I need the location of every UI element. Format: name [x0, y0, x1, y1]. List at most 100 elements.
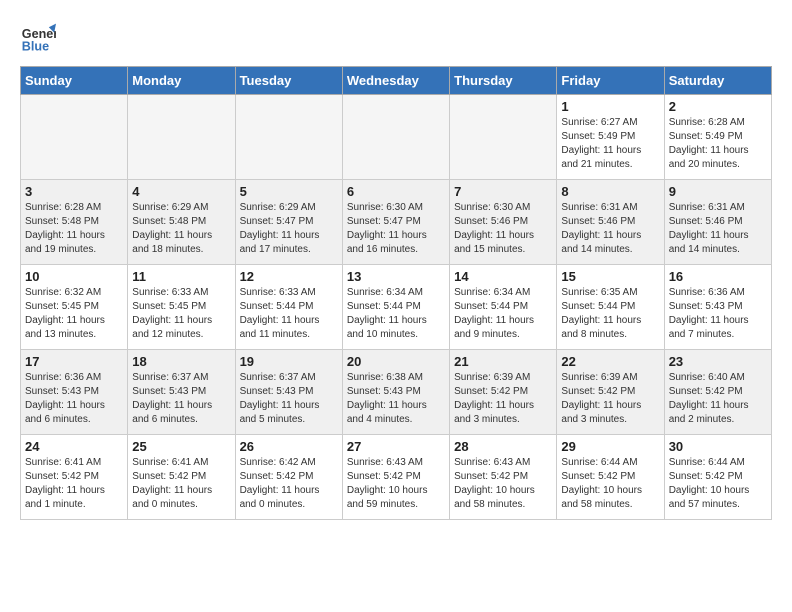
day-number: 10	[25, 269, 123, 284]
calendar-cell: 18 Sunrise: 6:37 AM Sunset: 5:43 PM Dayli…	[128, 350, 235, 435]
calendar-cell: 17 Sunrise: 6:36 AM Sunset: 5:43 PM Dayli…	[21, 350, 128, 435]
calendar-cell: 26Sunrise: 6:42 AM Sunset: 5:42 PM Dayli…	[235, 435, 342, 520]
day-number: 3	[25, 184, 123, 199]
day-info: Sunrise: 6:35 AM Sunset: 5:44 PM Dayligh…	[561, 286, 659, 342]
calendar-cell	[21, 95, 128, 180]
day-info: Sunrise: 6:39 AM Sunset: 5:42 PM Dayligh…	[561, 371, 659, 427]
calendar-cell: 25 Sunrise: 6:41 AM Sunset: 5:42 PM Dayli…	[128, 435, 235, 520]
day-number: 15	[561, 269, 659, 284]
calendar-cell	[128, 95, 235, 180]
calendar-cell: 5Sunrise: 6:29 AM Sunset: 5:47 PM Daylig…	[235, 180, 342, 265]
day-number: 4	[132, 184, 230, 199]
day-number: 5	[240, 184, 338, 199]
calendar-cell: 13 Sunrise: 6:34 AM Sunset: 5:44 PM Dayli…	[342, 265, 449, 350]
calendar-cell: 3 Sunrise: 6:28 AM Sunset: 5:48 PM Daylig…	[21, 180, 128, 265]
day-number: 17	[25, 354, 123, 369]
svg-text:Blue: Blue	[22, 40, 49, 54]
day-info: Sunrise: 6:33 AM Sunset: 5:45 PM Dayligh…	[132, 286, 230, 342]
calendar-cell: 4 Sunrise: 6:29 AM Sunset: 5:48 PM Daylig…	[128, 180, 235, 265]
calendar-cell: 29 Sunrise: 6:44 AM Sunset: 5:42 PM Dayli…	[557, 435, 664, 520]
day-info: Sunrise: 6:33 AM Sunset: 5:44 PM Dayligh…	[240, 286, 338, 342]
day-number: 19	[240, 354, 338, 369]
calendar-cell: 23Sunrise: 6:40 AM Sunset: 5:42 PM Dayli…	[664, 350, 771, 435]
calendar-cell: 19 Sunrise: 6:37 AM Sunset: 5:43 PM Dayli…	[235, 350, 342, 435]
day-number: 23	[669, 354, 767, 369]
calendar-cell: 20 Sunrise: 6:38 AM Sunset: 5:43 PM Dayli…	[342, 350, 449, 435]
day-number: 13	[347, 269, 445, 284]
calendar-cell: 12 Sunrise: 6:33 AM Sunset: 5:44 PM Dayli…	[235, 265, 342, 350]
day-number: 25	[132, 439, 230, 454]
weekday-header-friday: Friday	[557, 67, 664, 95]
calendar-cell: 27 Sunrise: 6:43 AM Sunset: 5:42 PM Dayli…	[342, 435, 449, 520]
day-info: Sunrise: 6:36 AM Sunset: 5:43 PM Dayligh…	[25, 371, 123, 427]
calendar-cell: 28 Sunrise: 6:43 AM Sunset: 5:42 PM Dayli…	[450, 435, 557, 520]
calendar-table: SundayMondayTuesdayWednesdayThursdayFrid…	[20, 66, 772, 520]
day-info: Sunrise: 6:41 AM Sunset: 5:42 PM Dayligh…	[25, 456, 123, 512]
day-info: Sunrise: 6:31 AM Sunset: 5:46 PM Dayligh…	[561, 201, 659, 257]
day-info: Sunrise: 6:39 AM Sunset: 5:42 PM Dayligh…	[454, 371, 552, 427]
calendar-cell: 11 Sunrise: 6:33 AM Sunset: 5:45 PM Dayli…	[128, 265, 235, 350]
calendar-cell: 30 Sunrise: 6:44 AM Sunset: 5:42 PM Dayli…	[664, 435, 771, 520]
day-number: 18	[132, 354, 230, 369]
day-info: Sunrise: 6:37 AM Sunset: 5:43 PM Dayligh…	[240, 371, 338, 427]
day-info: Sunrise: 6:28 AM Sunset: 5:49 PM Dayligh…	[669, 116, 767, 172]
weekday-header-monday: Monday	[128, 67, 235, 95]
calendar-cell: 22 Sunrise: 6:39 AM Sunset: 5:42 PM Dayli…	[557, 350, 664, 435]
day-number: 8	[561, 184, 659, 199]
calendar-cell: 6 Sunrise: 6:30 AM Sunset: 5:47 PM Daylig…	[342, 180, 449, 265]
week-row-1: 1 Sunrise: 6:27 AM Sunset: 5:49 PM Daylig…	[21, 95, 772, 180]
day-number: 30	[669, 439, 767, 454]
day-number: 24	[25, 439, 123, 454]
day-info: Sunrise: 6:31 AM Sunset: 5:46 PM Dayligh…	[669, 201, 767, 257]
calendar-cell: 24 Sunrise: 6:41 AM Sunset: 5:42 PM Dayli…	[21, 435, 128, 520]
day-number: 12	[240, 269, 338, 284]
weekday-header-thursday: Thursday	[450, 67, 557, 95]
day-number: 11	[132, 269, 230, 284]
day-info: Sunrise: 6:43 AM Sunset: 5:42 PM Dayligh…	[454, 456, 552, 512]
day-info: Sunrise: 6:37 AM Sunset: 5:43 PM Dayligh…	[132, 371, 230, 427]
weekday-header-wednesday: Wednesday	[342, 67, 449, 95]
day-info: Sunrise: 6:43 AM Sunset: 5:42 PM Dayligh…	[347, 456, 445, 512]
day-info: Sunrise: 6:36 AM Sunset: 5:43 PM Dayligh…	[669, 286, 767, 342]
day-number: 21	[454, 354, 552, 369]
calendar-cell: 1 Sunrise: 6:27 AM Sunset: 5:49 PM Daylig…	[557, 95, 664, 180]
day-number: 16	[669, 269, 767, 284]
day-number: 22	[561, 354, 659, 369]
calendar-cell	[235, 95, 342, 180]
day-info: Sunrise: 6:29 AM Sunset: 5:48 PM Dayligh…	[132, 201, 230, 257]
day-info: Sunrise: 6:28 AM Sunset: 5:48 PM Dayligh…	[25, 201, 123, 257]
day-info: Sunrise: 6:38 AM Sunset: 5:43 PM Dayligh…	[347, 371, 445, 427]
week-row-3: 10 Sunrise: 6:32 AM Sunset: 5:45 PM Dayli…	[21, 265, 772, 350]
day-number: 29	[561, 439, 659, 454]
day-info: Sunrise: 6:34 AM Sunset: 5:44 PM Dayligh…	[347, 286, 445, 342]
calendar-cell: 14Sunrise: 6:34 AM Sunset: 5:44 PM Dayli…	[450, 265, 557, 350]
day-number: 28	[454, 439, 552, 454]
day-number: 7	[454, 184, 552, 199]
calendar-cell: 2Sunrise: 6:28 AM Sunset: 5:49 PM Daylig…	[664, 95, 771, 180]
calendar-cell: 8 Sunrise: 6:31 AM Sunset: 5:46 PM Daylig…	[557, 180, 664, 265]
day-number: 6	[347, 184, 445, 199]
page-header: General Blue	[20, 20, 772, 56]
calendar-cell: 7Sunrise: 6:30 AM Sunset: 5:46 PM Daylig…	[450, 180, 557, 265]
day-number: 1	[561, 99, 659, 114]
day-number: 27	[347, 439, 445, 454]
logo-icon: General Blue	[20, 20, 56, 56]
calendar-cell: 16 Sunrise: 6:36 AM Sunset: 5:43 PM Dayli…	[664, 265, 771, 350]
weekday-header-saturday: Saturday	[664, 67, 771, 95]
day-info: Sunrise: 6:32 AM Sunset: 5:45 PM Dayligh…	[25, 286, 123, 342]
day-info: Sunrise: 6:30 AM Sunset: 5:47 PM Dayligh…	[347, 201, 445, 257]
day-number: 14	[454, 269, 552, 284]
day-number: 9	[669, 184, 767, 199]
calendar-cell: 9 Sunrise: 6:31 AM Sunset: 5:46 PM Daylig…	[664, 180, 771, 265]
weekday-header-tuesday: Tuesday	[235, 67, 342, 95]
day-info: Sunrise: 6:44 AM Sunset: 5:42 PM Dayligh…	[669, 456, 767, 512]
day-number: 20	[347, 354, 445, 369]
logo: General Blue	[20, 20, 56, 56]
day-info: Sunrise: 6:44 AM Sunset: 5:42 PM Dayligh…	[561, 456, 659, 512]
week-row-2: 3 Sunrise: 6:28 AM Sunset: 5:48 PM Daylig…	[21, 180, 772, 265]
day-number: 26	[240, 439, 338, 454]
week-row-5: 24 Sunrise: 6:41 AM Sunset: 5:42 PM Dayli…	[21, 435, 772, 520]
day-info: Sunrise: 6:41 AM Sunset: 5:42 PM Dayligh…	[132, 456, 230, 512]
day-info: Sunrise: 6:27 AM Sunset: 5:49 PM Dayligh…	[561, 116, 659, 172]
weekday-header-sunday: Sunday	[21, 67, 128, 95]
